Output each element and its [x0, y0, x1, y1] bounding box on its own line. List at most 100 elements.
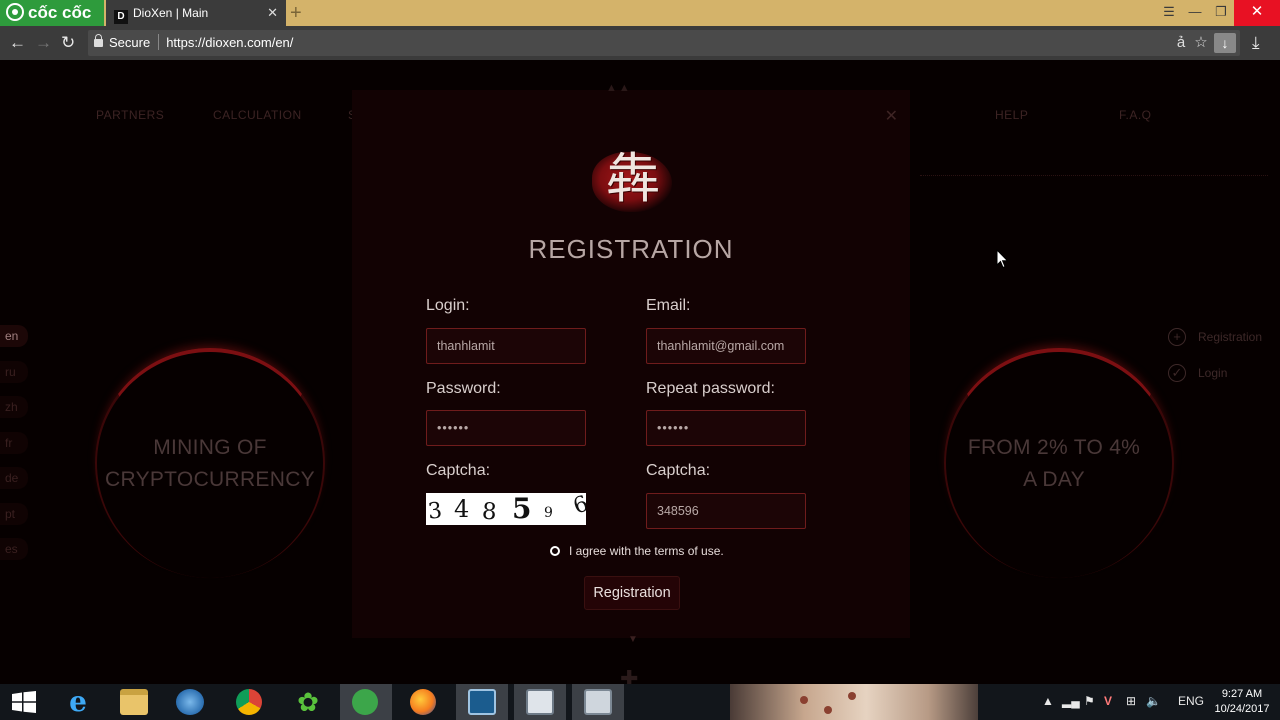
registration-modal: ▲▲ ✕ 犇 REGISTRATION Login: thanhlamit Em… — [352, 82, 910, 645]
coccoc-icon — [352, 689, 378, 715]
terms-radio[interactable] — [550, 546, 560, 556]
download-icon[interactable]: ⤓ — [1252, 26, 1260, 60]
browser-toolbar: ← → ↻ Secure https://dioxen.com/en/ ả ☆ ↓… — [0, 26, 1280, 60]
lang-fr[interactable]: fr — [0, 431, 28, 454]
coccoc-taskbar[interactable] — [340, 684, 392, 720]
browser-brand-label: cốc cốc — [28, 3, 92, 22]
firefox-taskbar[interactable] — [398, 684, 450, 720]
lang-ru[interactable]: ru — [0, 360, 28, 383]
decor-dot — [824, 706, 832, 714]
login-input[interactable]: thanhlamit — [426, 328, 586, 364]
repeat-password-input[interactable]: •••••• — [646, 410, 806, 446]
modal-close-icon[interactable]: ✕ — [885, 106, 898, 126]
right-menu-login-label: Login — [1198, 366, 1228, 380]
start-button[interactable] — [0, 684, 52, 720]
email-label: Email: — [646, 297, 691, 314]
browser-tab-active[interactable]: D DioXen | Main ✕ — [106, 0, 286, 26]
file-explorer-taskbar[interactable] — [108, 684, 160, 720]
chevron-up-icon[interactable]: ▲ — [1042, 694, 1054, 708]
folder-icon — [120, 689, 148, 715]
tab-favicon: D — [114, 10, 128, 24]
plus-icon-footer: ✚ — [620, 666, 639, 684]
wallpaper-photo — [730, 684, 978, 720]
video-editor-taskbar[interactable] — [456, 684, 508, 720]
password-input[interactable]: •••••• — [426, 410, 586, 446]
terms-agreement[interactable]: I agree with the terms of use. — [550, 544, 724, 558]
taskbar-clock[interactable]: 9:27 AM 10/24/2017 — [1210, 687, 1274, 717]
right-circle-line-2: A DAY — [1023, 468, 1085, 491]
network-icon[interactable]: ⊞ — [1126, 694, 1136, 708]
address-separator — [158, 34, 160, 50]
forward-arrow-icon[interactable]: → — [35, 26, 52, 60]
reload-icon[interactable]: ↻ — [61, 26, 75, 60]
back-arrow-icon[interactable]: ← — [9, 26, 26, 60]
right-menu-registration-label: Registration — [1198, 330, 1263, 344]
network-app-taskbar[interactable] — [164, 684, 216, 720]
window-controls: ☰ — ❐ ✕ — [1156, 0, 1280, 26]
address-bar[interactable]: Secure https://dioxen.com/en/ ả ☆ ↓ — [88, 30, 1240, 56]
tab-close-icon[interactable]: ✕ — [267, 0, 278, 26]
registration-button[interactable]: Registration — [584, 576, 680, 610]
plus-icon: + — [1168, 328, 1186, 346]
language-indicator[interactable]: ENG — [1178, 694, 1204, 708]
captcha-image: 3 4 8 5 9 6 — [426, 493, 586, 525]
right-menu-registration[interactable]: + Registration — [1166, 328, 1262, 364]
windows-taskbar: e ✿ ▲ ▂▄ ⚑ V ⊞ 🔈 ENG 9:27 AM 10/24/2017 — [0, 684, 1280, 720]
nav-partners[interactable]: PARTNERS — [96, 108, 164, 122]
browser-brand[interactable]: cốc cốc — [0, 0, 104, 26]
decor-dot — [800, 696, 808, 704]
tab-title: DioXen | Main — [133, 6, 209, 20]
bookmark-star-icon[interactable]: ☆ — [1192, 30, 1210, 56]
right-circle-line-1: FROM 2% TO 4% — [967, 436, 1141, 459]
screen-recorder-taskbar[interactable] — [514, 684, 566, 720]
nav-help[interactable]: HELP — [995, 108, 1028, 122]
lang-zh[interactable]: zh — [0, 396, 28, 418]
right-menu-login[interactable]: ✓ Login — [1166, 364, 1262, 400]
chrome-taskbar[interactable] — [224, 684, 276, 720]
lang-es[interactable]: es — [0, 538, 28, 560]
captcha-input-label: Captcha: — [646, 462, 711, 479]
captcha-input[interactable]: 348596 — [646, 493, 806, 529]
volume-icon[interactable]: 🔈 — [1146, 694, 1161, 708]
lang-en[interactable]: en — [0, 325, 28, 347]
internet-explorer-icon: e — [69, 685, 87, 718]
dioxen-logo: 犇 — [606, 147, 660, 210]
check-icon: ✓ — [1168, 364, 1186, 382]
captcha-char: 9 — [544, 505, 553, 521]
new-tab-button[interactable]: + — [290, 2, 302, 25]
restore-button[interactable]: ❐ — [1208, 0, 1234, 26]
lock-icon — [94, 34, 103, 47]
flower-icon: ✿ — [297, 687, 319, 717]
lang-de[interactable]: de — [0, 467, 28, 489]
incognito-icon[interactable]: ☰ — [1156, 0, 1182, 26]
window-app-taskbar[interactable] — [572, 684, 624, 720]
secure-label: Secure — [109, 35, 151, 50]
language-switcher: en ru zh fr de pt es — [0, 325, 28, 574]
windows-logo-icon — [12, 691, 36, 713]
captcha-char: 4 — [454, 495, 470, 523]
lang-pt[interactable]: pt — [0, 502, 28, 525]
clock-time: 9:27 AM — [1221, 688, 1263, 700]
nav-calculation[interactable]: CALCULATION — [213, 108, 302, 122]
left-circle-text: MINING OF CRYPTOCURRENCY — [90, 432, 330, 496]
minimize-button[interactable]: — — [1182, 0, 1208, 26]
camera-icon — [526, 689, 554, 715]
chrome-icon — [236, 689, 262, 715]
translate-icon[interactable]: ả — [1174, 30, 1188, 56]
captcha-label: Captcha: — [426, 462, 491, 479]
close-window-button[interactable]: ✕ — [1234, 0, 1280, 26]
left-circle-line-2: CRYPTOCURRENCY — [105, 468, 315, 491]
download-active-icon[interactable]: ↓ — [1214, 33, 1236, 53]
repeat-password-label: Repeat password: — [646, 380, 775, 397]
login-label: Login: — [426, 297, 470, 314]
internet-explorer-taskbar[interactable]: e — [52, 684, 104, 720]
flag-icon[interactable]: ⚑ — [1084, 694, 1095, 708]
icq-taskbar[interactable]: ✿ — [282, 684, 334, 720]
chevron-down-icon: ▼ — [628, 634, 638, 645]
v-app-icon[interactable]: V — [1104, 694, 1112, 708]
nav-faq[interactable]: F.A.Q — [1119, 108, 1152, 122]
email-input[interactable]: thanhlamit@gmail.com — [646, 328, 806, 364]
captcha-char: 3 — [426, 498, 444, 525]
signal-icon[interactable]: ▂▄ — [1062, 694, 1080, 708]
modal-title: REGISTRATION — [528, 234, 734, 264]
